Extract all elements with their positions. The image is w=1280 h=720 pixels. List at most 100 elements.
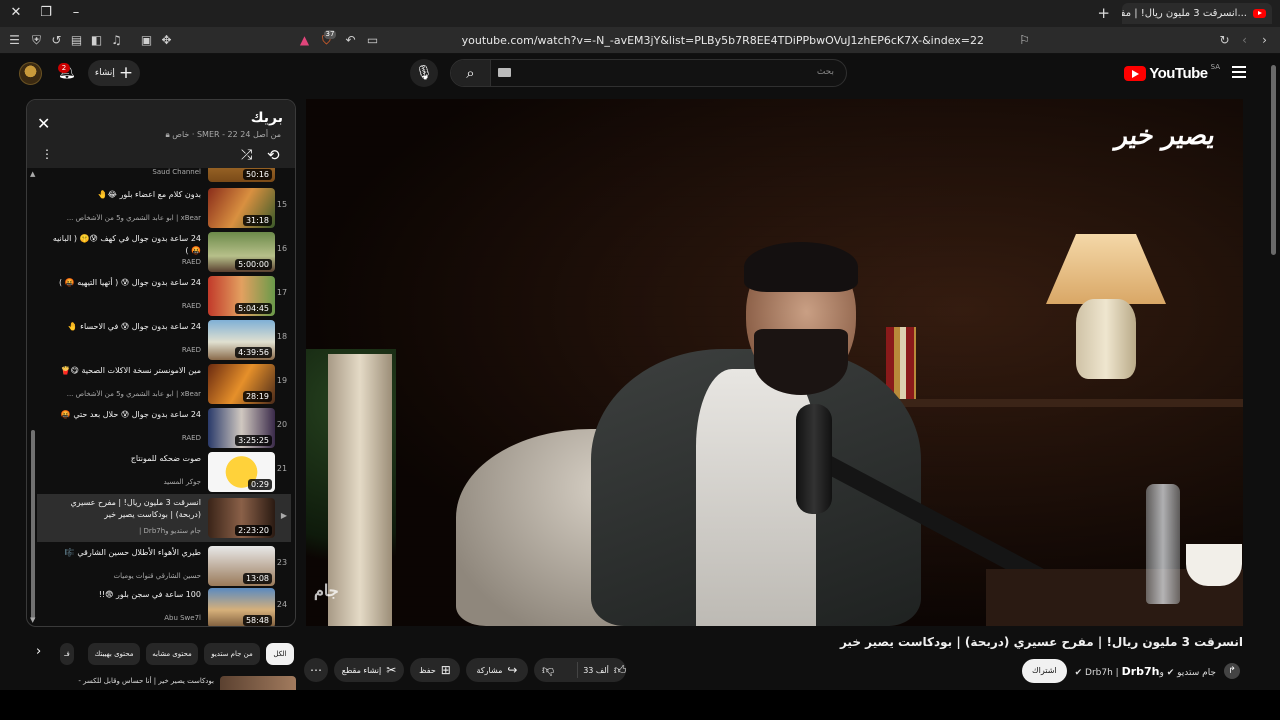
- recommended-thumbnail[interactable]: [220, 676, 296, 690]
- voice-search-mic-icon[interactable]: 🎙︎: [410, 59, 438, 87]
- video-title[interactable]: مين الامونستر نسخة الاكلات الصحية 😋🍟: [51, 365, 201, 377]
- playlist-more-icon[interactable]: ⋮: [41, 148, 53, 160]
- chip-all[interactable]: الكل: [266, 643, 294, 665]
- duration-badge: 13:08: [242, 573, 272, 584]
- dislike-icon[interactable]: 👎︎: [542, 663, 554, 678]
- playlist-close-icon[interactable]: ✕: [37, 114, 50, 133]
- list-item[interactable]: 20 3:25:25 24 ساعة بدون جوال 😰 حلال بعد …: [37, 406, 291, 450]
- search-input[interactable]: بحث: [817, 67, 834, 77]
- list-item[interactable]: 50:16 Saud Channel: [37, 168, 291, 184]
- youtube-logo[interactable]: YouTube SA: [1124, 63, 1220, 82]
- playlist-title[interactable]: بريك: [251, 110, 283, 126]
- video-title[interactable]: صوت ضحكه للمونتاج: [51, 453, 201, 465]
- channel-name[interactable]: xBear | ابو عابد الشمري و5 من الأشخاص ..…: [51, 390, 201, 398]
- loop-icon[interactable]: ⟲: [267, 146, 280, 164]
- more-horizontal-icon: ⋯: [310, 663, 322, 677]
- channel-name[interactable]: حسين الشارقي قنوات يوميات: [51, 572, 201, 580]
- save-button[interactable]: حفظ ⊞: [410, 658, 460, 682]
- video-title[interactable]: 100 ساعة في سجن بلور 😨!!: [51, 589, 201, 601]
- item-index: 15: [276, 200, 288, 209]
- list-item[interactable]: 23 13:08 طيري الأهواء الأطلال حسين الشار…: [37, 544, 291, 588]
- more-actions-button[interactable]: ⋯: [304, 658, 328, 682]
- window-minimize-icon[interactable]: –: [66, 4, 86, 22]
- bookmark-icon[interactable]: ⚐: [1016, 32, 1033, 49]
- video-frame-bottle: [1146, 484, 1180, 604]
- guide-menu-icon[interactable]: [1232, 66, 1246, 78]
- video-title[interactable]: 24 ساعة بدون جوال في كهف 😰🤫 ( البانيه 🤬 …: [51, 233, 201, 257]
- list-item[interactable]: 17 5:04:45 24 ساعة بدون جوال 😰 ( أتهيا ا…: [37, 274, 291, 318]
- shuffle-icon[interactable]: ⤮: [241, 147, 252, 163]
- account-avatar[interactable]: [19, 62, 42, 85]
- channel-name[interactable]: RAED: [51, 434, 201, 442]
- history-icon[interactable]: ↺: [48, 32, 65, 49]
- playlist-items: 50:16 Saud Channel 15 31:18 بدون كلام مع…: [35, 168, 293, 626]
- extensions-icon[interactable]: ✥: [158, 32, 175, 49]
- recommended-title[interactable]: بودكاست يصير خير | أنا حساس وقابل للكسر …: [78, 677, 214, 685]
- channel-name[interactable]: جام ستديو وDrb7h |: [51, 527, 201, 535]
- menu-icon[interactable]: ☰: [6, 32, 23, 49]
- forward-icon[interactable]: ‹: [1236, 32, 1253, 49]
- browser-tab-youtube[interactable]: (2) انسرقت 3 مليون ريال! | مفر... ✕: [1122, 3, 1272, 24]
- channel-names[interactable]: جام ستديو ✔︎ وDrb7h | Drb7h ✔︎: [1075, 665, 1216, 678]
- channel-name[interactable]: Abu Swe7l: [51, 614, 201, 622]
- list-item[interactable]: 24 58:48 100 ساعة في سجن بلور 😨!! Abu Sw…: [37, 586, 291, 626]
- video-title[interactable]: بدون كلام مع اعضاء بلور 😂🤚: [51, 189, 201, 201]
- music-icon[interactable]: ♫: [108, 32, 125, 49]
- playlist-position: - 22 من أصل 24: [222, 130, 281, 139]
- subscribe-button[interactable]: اشتراك: [1022, 659, 1067, 683]
- search-box[interactable]: ⌕ بحث: [450, 59, 847, 87]
- chip-your-content[interactable]: محتوى بهيبتك: [88, 643, 140, 665]
- chips-next-icon[interactable]: ›: [36, 644, 41, 659]
- duration-badge: 5:00:00: [235, 259, 272, 270]
- shield-icon[interactable]: ⛨: [28, 32, 45, 49]
- video-title[interactable]: 24 ساعة بدون جوال 😰 ( أتهيا التيهيه 🤬 ): [51, 277, 201, 289]
- video-title[interactable]: انسرقت 3 مليون ريال! | مفرح عسيري (دربحة…: [51, 497, 201, 521]
- window-restore-icon[interactable]: ❐: [36, 4, 56, 22]
- reload-icon[interactable]: ↻: [1216, 32, 1233, 49]
- list-item[interactable]: 19 28:19 مين الامونستر نسخة الاكلات الصح…: [37, 362, 291, 406]
- like-count[interactable]: 33 ألف: [583, 666, 609, 675]
- address-bar[interactable]: youtube.com/watch?v=-N_-avEM3jY&list=PLB…: [320, 30, 1040, 51]
- chip-more[interactable]: فـ: [60, 643, 74, 665]
- list-item[interactable]: 18 4:39:56 24 ساعة بدون جوال 😰 في الاحسا…: [37, 318, 291, 362]
- channel-name[interactable]: جوكر المسيد: [51, 478, 201, 486]
- list-item[interactable]: 15 31:18 بدون كلام مع اعضاء بلور 😂🤚 xBea…: [37, 186, 291, 230]
- search-icon[interactable]: ⌕: [451, 60, 491, 86]
- lock-icon: 🔒︎: [165, 130, 170, 139]
- screenshot-icon[interactable]: ▣: [138, 32, 155, 49]
- tab-title: (2) انسرقت 3 مليون ريال! | مفر...: [1122, 8, 1247, 19]
- youtube-favicon-icon: [1253, 9, 1266, 18]
- chip-similar[interactable]: محتوى مشابه: [146, 643, 198, 665]
- sidebar-icon[interactable]: ◧: [88, 32, 105, 49]
- video-frame-shelf: [881, 399, 1243, 407]
- video-title[interactable]: 24 ساعة بدون جوال 😰 في الاحساء 🤚: [51, 321, 201, 333]
- list-item[interactable]: 16 5:00:00 24 ساعة بدون جوال في كهف 😰🤫 (…: [37, 230, 291, 274]
- list-item[interactable]: 21 0:29 صوت ضحكه للمونتاج جوكر المسيد: [37, 450, 291, 494]
- vpn-triangle-icon[interactable]: ▲: [296, 32, 313, 49]
- back-icon[interactable]: ›: [1256, 32, 1273, 49]
- create-button[interactable]: إنشاء +: [88, 60, 140, 86]
- new-tab-icon[interactable]: +: [1097, 4, 1110, 22]
- channel-prefix: جام ستديو: [1177, 667, 1216, 678]
- channel-avatar[interactable]: ↱: [1224, 663, 1240, 679]
- channel-name[interactable]: Saud Channel: [51, 168, 201, 176]
- video-player[interactable]: يصير خير جام: [306, 99, 1243, 626]
- share-button[interactable]: مشاركة ↪: [466, 658, 528, 682]
- keyboard-icon[interactable]: [498, 68, 511, 77]
- like-icon[interactable]: 👍︎: [614, 663, 627, 678]
- window-close-icon[interactable]: ✕: [6, 4, 26, 22]
- list-item-current[interactable]: ▶ 2:23:20 انسرقت 3 مليون ريال! | مفرح عس…: [37, 494, 291, 542]
- video-title[interactable]: 24 ساعة بدون جوال 😰 حلال بعد حتي 🤬: [51, 409, 201, 421]
- chip-from-channel[interactable]: من جام ستديو: [204, 643, 260, 665]
- channel-name[interactable]: RAED: [51, 258, 201, 266]
- channel-name[interactable]: xBear | ابو عابد الشمري و5 من الأشخاص ..…: [51, 214, 201, 222]
- channel-name[interactable]: RAED: [51, 302, 201, 310]
- playlist-owner[interactable]: خاص · SMER: [172, 130, 219, 139]
- video-title[interactable]: طيري الأهواء الأطلال حسين الشارقي 🎼: [51, 547, 201, 559]
- wallet-icon[interactable]: ▤: [68, 32, 85, 49]
- clip-button[interactable]: إنشاء مقطع ✂: [334, 658, 404, 682]
- recommended-video-peek[interactable]: بودكاست يصير خير | أنا حساس وقابل للكسر …: [30, 676, 296, 690]
- page-scrollbar[interactable]: [1271, 65, 1276, 255]
- channel-name[interactable]: RAED: [51, 346, 201, 354]
- item-index: 18: [276, 332, 288, 341]
